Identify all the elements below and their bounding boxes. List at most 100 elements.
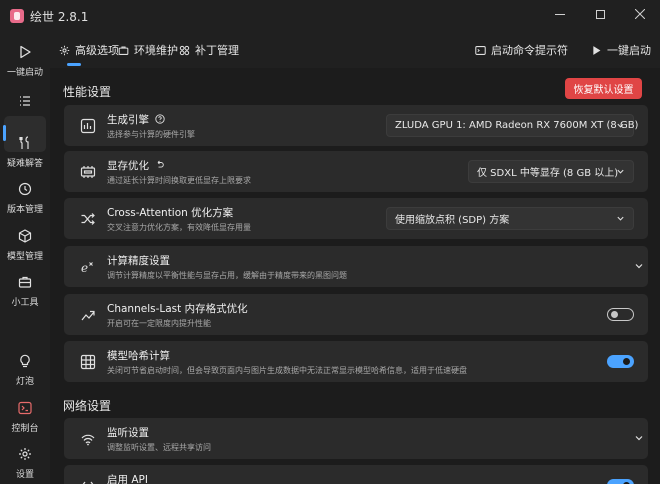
history-icon xyxy=(15,179,35,199)
memory-icon xyxy=(79,163,97,181)
reset-defaults-button[interactable]: 恢复默认设置 xyxy=(565,78,642,99)
model-hash-description: 关闭可节省启动时间，但会导致页面内与图片生成数据中无法正常显示模型哈希信息，适用… xyxy=(107,366,467,375)
sidebar-item-console[interactable]: 控制台 xyxy=(0,398,50,434)
sidebar-item-launch[interactable]: 一键启动 xyxy=(0,42,50,78)
engine-value: ZLUDA GPU 1: AMD Radeon RX 7600M XT (8 G… xyxy=(395,120,639,131)
listen-description: 调整监听设置、远程共享访问 xyxy=(107,443,211,452)
sidebar-item-models[interactable]: 模型管理 xyxy=(0,226,50,262)
tab-label: 环境维护 xyxy=(134,44,178,57)
sidebar: 一键启动 疑难解答 版本管理 模型管理 小工具 灯泡 控制台 设置 xyxy=(0,32,50,484)
tab-patches[interactable]: 补丁管理 xyxy=(178,42,239,58)
precision-title: 计算精度设置 xyxy=(107,255,170,267)
launch-prompt-label: 启动命令提示符 xyxy=(491,44,568,57)
attention-title: Cross-Attention 优化方案 xyxy=(107,207,234,219)
gear-icon xyxy=(15,444,35,464)
minimize-icon xyxy=(555,13,565,15)
sidebar-item-label: 小工具 xyxy=(11,298,39,308)
env-tab-icon xyxy=(117,44,130,57)
sidebar-item-versions[interactable]: 版本管理 xyxy=(0,179,50,215)
broadcast-icon xyxy=(79,430,97,448)
vram-setting-card: 显存优化 通过延长计算时间换取更低显存上限要求 仅 SDXL 中等显存 (8 G… xyxy=(64,151,648,192)
model-hash-title: 模型哈希计算 xyxy=(107,350,170,362)
engine-dropdown[interactable]: ZLUDA GPU 1: AMD Radeon RX 7600M XT (8 G… xyxy=(386,114,638,137)
maximize-button[interactable] xyxy=(580,0,620,28)
patch-tab-icon xyxy=(178,44,191,57)
precision-description: 调节计算精度以平衡性能与显存占用，缓解由于精度带来的黑图问题 xyxy=(107,271,347,280)
tab-label: 补丁管理 xyxy=(195,44,239,57)
attention-description: 交叉注意力优化方案，有效降低显存用量 xyxy=(107,223,251,232)
chip-gauge-icon xyxy=(79,117,97,135)
channels-last-toggle[interactable] xyxy=(607,308,634,321)
api-setting-card: 启用 API xyxy=(64,465,648,484)
attention-setting-card: Cross-Attention 优化方案 交叉注意力优化方案，有效降低显存用量 … xyxy=(64,198,648,239)
sidebar-item-label: 灯泡 xyxy=(15,377,34,387)
listen-title: 监听设置 xyxy=(107,427,149,439)
tab-environment[interactable]: 环境维护 xyxy=(117,42,178,58)
section-title-network: 网络设置 xyxy=(63,399,112,413)
api-title: 启用 API xyxy=(107,474,148,484)
sidebar-item-label: 疑难解答 xyxy=(6,159,43,169)
channels-last-description: 开启可在一定限度内提升性能 xyxy=(107,319,211,328)
minimize-button[interactable] xyxy=(540,0,580,28)
launch-prompt-button[interactable]: 启动命令提示符 xyxy=(474,42,568,58)
lightbulb-icon xyxy=(15,351,35,371)
chevron-down-icon[interactable] xyxy=(634,433,644,443)
toggle-knob xyxy=(611,311,618,318)
title-bar: 绘世 2.8.1 xyxy=(0,0,660,32)
sidebar-item-advanced[interactable] xyxy=(0,91,50,111)
launch-button[interactable]: 一键启动 xyxy=(590,42,651,58)
grid-calc-icon xyxy=(79,353,97,371)
play-icon xyxy=(15,42,35,62)
precision-setting-card[interactable]: e 计算精度设置 调节计算精度以平衡性能与显存占用，缓解由于精度带来的黑图问题 xyxy=(64,246,648,287)
vram-dropdown[interactable]: 仅 SDXL 中等显存 (8 GB 以上) xyxy=(468,160,634,183)
model-hash-setting-card: 模型哈希计算 关闭可节省启动时间，但会导致页面内与图片生成数据中无法正常显示模型… xyxy=(64,341,648,382)
trend-up-icon xyxy=(79,306,97,324)
model-hash-toggle[interactable] xyxy=(607,355,634,368)
terminal-icon xyxy=(474,44,487,57)
attention-dropdown[interactable]: 使用缩放点积 (SDP) 方案 xyxy=(386,207,634,230)
sidebar-item-troubleshoot[interactable]: 疑难解答 xyxy=(0,133,50,169)
chevron-down-icon xyxy=(617,123,624,128)
vram-description: 通过延长计算时间换取更低显存上限要求 xyxy=(107,176,251,185)
shuffle-icon xyxy=(79,210,97,228)
vram-title: 显存优化 xyxy=(107,158,165,173)
sidebar-item-label: 一键启动 xyxy=(6,68,43,78)
tab-advanced[interactable]: 高级选项 xyxy=(58,42,119,58)
console-icon xyxy=(15,398,35,418)
listen-setting-card[interactable]: 监听设置 调整监听设置、远程共享访问 xyxy=(64,418,648,459)
channels-last-title: Channels-Last 内存格式优化 xyxy=(107,303,248,315)
svg-text:e: e xyxy=(81,261,88,275)
code-icon xyxy=(79,477,97,484)
chevron-down-icon xyxy=(617,216,624,221)
settings-content[interactable]: 性能设置 恢复默认设置 生成引擎 选择参与计算的硬件引擎 ZLUDA GPU 1… xyxy=(50,68,660,484)
exponent-icon: e xyxy=(79,258,97,276)
attention-value: 使用缩放点积 (SDP) 方案 xyxy=(395,215,510,226)
app-logo-icon xyxy=(10,9,24,23)
undo-icon[interactable] xyxy=(155,160,165,170)
tab-bar: 高级选项 环境维护 补丁管理 启动命令提示符 一键启动 xyxy=(50,32,660,68)
sidebar-item-label: 设置 xyxy=(15,470,34,480)
engine-title: 生成引擎 xyxy=(107,112,165,127)
sidebar-item-settings[interactable]: 设置 xyxy=(0,444,50,480)
toolbox-icon xyxy=(15,272,35,292)
active-tab-indicator xyxy=(67,63,81,66)
toggle-knob xyxy=(623,358,630,365)
api-toggle[interactable] xyxy=(607,479,634,484)
sidebar-item-lightbulb[interactable]: 灯泡 xyxy=(0,351,50,387)
engine-description: 选择参与计算的硬件引擎 xyxy=(107,130,195,139)
chevron-down-icon[interactable] xyxy=(634,261,644,271)
close-button[interactable] xyxy=(620,0,660,28)
chevron-down-icon xyxy=(617,169,624,174)
launch-label: 一键启动 xyxy=(607,44,651,57)
play-icon xyxy=(590,44,603,57)
settings-tab-icon xyxy=(58,44,71,57)
channels-last-setting-card: Channels-Last 内存格式优化 开启可在一定限度内提升性能 xyxy=(64,294,648,335)
wrench-icon xyxy=(15,133,35,153)
help-icon[interactable] xyxy=(155,114,165,124)
maximize-icon xyxy=(595,9,605,19)
window-title: 绘世 2.8.1 xyxy=(30,10,89,24)
sidebar-item-tools[interactable]: 小工具 xyxy=(0,272,50,308)
cube-icon xyxy=(15,226,35,246)
section-title-performance: 性能设置 xyxy=(63,85,112,99)
list-icon xyxy=(15,91,35,111)
